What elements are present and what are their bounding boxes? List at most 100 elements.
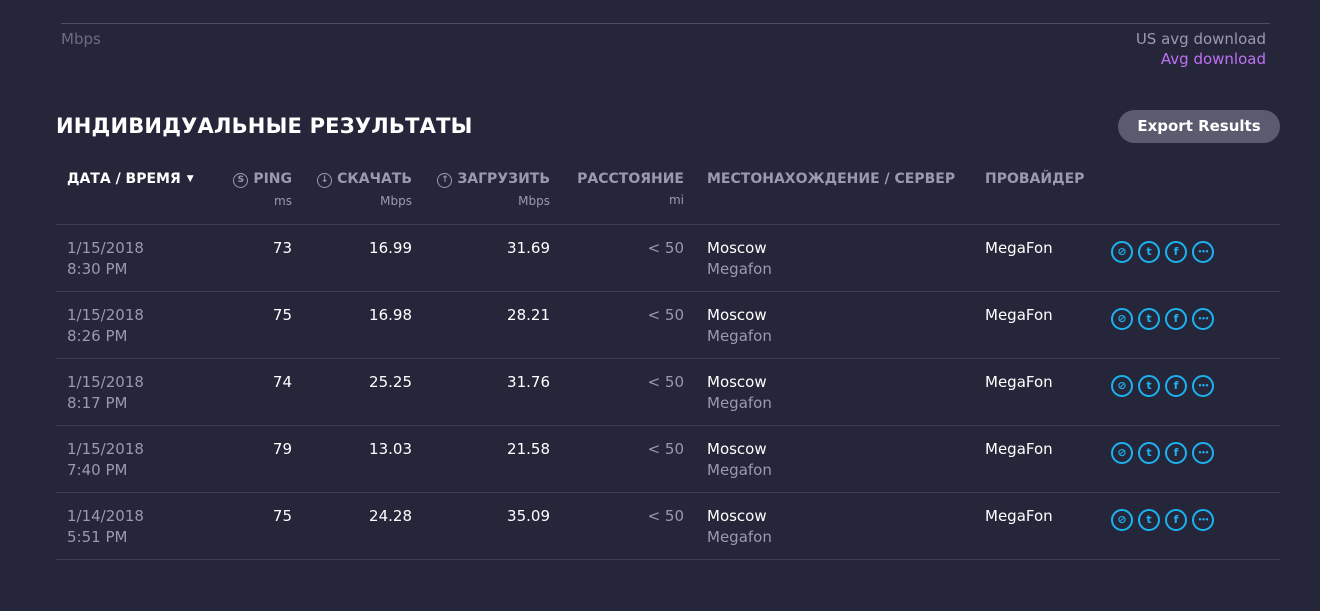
more-icon[interactable]: ••• xyxy=(1192,308,1214,330)
header-distance[interactable]: РАССТОЯНИЕ mi xyxy=(577,171,684,207)
more-icon[interactable]: ••• xyxy=(1192,442,1214,464)
result-server: Megafon xyxy=(707,260,772,278)
facebook-icon[interactable]: f xyxy=(1165,375,1187,397)
result-download: 13.03 xyxy=(369,440,412,458)
header-provider[interactable]: ПРОВАЙДЕР xyxy=(985,171,1084,187)
result-datetime: 1/15/2018 7:40 PM xyxy=(67,439,144,481)
more-icon[interactable]: ••• xyxy=(1192,509,1214,531)
header-upload-unit: Mbps xyxy=(518,194,550,208)
result-distance: < 50 xyxy=(647,239,684,257)
result-datetime: 1/15/2018 8:26 PM xyxy=(67,305,144,347)
twitter-icon[interactable]: t xyxy=(1138,442,1160,464)
result-date: 1/15/2018 xyxy=(67,306,144,324)
result-upload: 31.76 xyxy=(507,373,550,391)
share-icons: ⊘ t f ••• xyxy=(1111,375,1219,397)
result-upload: 35.09 xyxy=(507,507,550,525)
table-row[interactable]: 1/14/2018 5:51 PM 75 24.28 35.09 < 50 Moscow Me… xyxy=(56,493,1280,560)
result-provider: MegaFon xyxy=(985,239,1053,257)
result-server: Megafon xyxy=(707,528,772,546)
header-date-label: ДАТА / ВРЕМЯ xyxy=(67,171,181,187)
facebook-icon[interactable]: f xyxy=(1165,442,1187,464)
table-row[interactable]: 1/15/2018 8:30 PM 73 16.99 31.69 < 50 Moscow Me… xyxy=(56,225,1280,292)
result-location: Moscow xyxy=(707,239,767,257)
header-ping-unit: ms xyxy=(274,194,292,208)
link-icon[interactable]: ⊘ xyxy=(1111,375,1133,397)
twitter-icon[interactable]: t xyxy=(1138,241,1160,263)
link-icon[interactable]: ⊘ xyxy=(1111,442,1133,464)
result-provider: MegaFon xyxy=(985,373,1053,391)
table-row[interactable]: 1/15/2018 7:40 PM 79 13.03 21.58 < 50 Moscow Me… xyxy=(56,426,1280,493)
result-ping: 75 xyxy=(272,507,292,525)
result-location-server: Moscow Megafon xyxy=(707,238,772,280)
legend-avg-download: Avg download xyxy=(1160,50,1266,68)
result-time: 8:17 PM xyxy=(67,394,128,412)
share-icons: ⊘ t f ••• xyxy=(1111,308,1219,330)
result-datetime: 1/15/2018 8:17 PM xyxy=(67,372,144,414)
result-location: Moscow xyxy=(707,507,767,525)
share-icons: ⊘ t f ••• xyxy=(1111,509,1219,531)
link-icon[interactable]: ⊘ xyxy=(1111,241,1133,263)
header-ping[interactable]: S PING ms xyxy=(233,171,292,208)
sort-down-icon: ▼ xyxy=(186,174,194,184)
facebook-icon[interactable]: f xyxy=(1165,241,1187,263)
header-date-time[interactable]: ДАТА / ВРЕМЯ ▼ xyxy=(67,171,194,187)
header-distance-unit: mi xyxy=(668,193,684,207)
result-location-server: Moscow Megafon xyxy=(707,506,772,548)
result-download: 25.25 xyxy=(369,373,412,391)
ping-icon: S xyxy=(233,173,249,188)
chart-legend: US avg download Avg download xyxy=(1136,29,1266,69)
result-location-server: Moscow Megafon xyxy=(707,439,772,481)
result-date: 1/15/2018 xyxy=(67,239,144,257)
more-icon[interactable]: ••• xyxy=(1192,375,1214,397)
result-distance: < 50 xyxy=(647,306,684,324)
share-icons: ⊘ t f ••• xyxy=(1111,241,1219,263)
result-time: 8:26 PM xyxy=(67,327,128,345)
result-download: 16.99 xyxy=(369,239,412,257)
result-time: 8:30 PM xyxy=(67,260,128,278)
result-distance: < 50 xyxy=(647,440,684,458)
twitter-icon[interactable]: t xyxy=(1138,509,1160,531)
result-provider: MegaFon xyxy=(985,440,1053,458)
header-distance-label: РАССТОЯНИЕ xyxy=(577,171,684,187)
section-title: ИНДИВИДУАЛЬНЫЕ РЕЗУЛЬТАТЫ xyxy=(56,114,473,138)
result-distance: < 50 xyxy=(647,373,684,391)
header-download-unit: Mbps xyxy=(380,194,412,208)
result-date: 1/14/2018 xyxy=(67,507,144,525)
twitter-icon[interactable]: t xyxy=(1138,308,1160,330)
result-date: 1/15/2018 xyxy=(67,373,144,391)
export-results-button[interactable]: Export Results xyxy=(1118,110,1280,143)
result-server: Megafon xyxy=(707,461,772,479)
download-icon: ↓ xyxy=(317,173,333,188)
result-download: 24.28 xyxy=(369,507,412,525)
result-time: 7:40 PM xyxy=(67,461,128,479)
chart-y-unit-label: Mbps xyxy=(61,30,101,48)
results-table: ДАТА / ВРЕМЯ ▼ S PING ms ↓ СКАЧАТЬ Mbps ↑ ЗА… xyxy=(56,158,1280,560)
result-provider: MegaFon xyxy=(985,507,1053,525)
legend-us-avg-download: US avg download xyxy=(1135,30,1266,48)
header-ping-label: PING xyxy=(253,171,292,187)
more-icon[interactable]: ••• xyxy=(1192,241,1214,263)
link-icon[interactable]: ⊘ xyxy=(1111,308,1133,330)
share-icons: ⊘ t f ••• xyxy=(1111,442,1219,464)
result-location: Moscow xyxy=(707,306,767,324)
result-distance: < 50 xyxy=(647,507,684,525)
result-datetime: 1/14/2018 5:51 PM xyxy=(67,506,144,548)
result-download: 16.98 xyxy=(369,306,412,324)
link-icon[interactable]: ⊘ xyxy=(1111,509,1133,531)
header-location-server[interactable]: МЕСТОНАХОЖДЕНИЕ / СЕРВЕР xyxy=(707,171,955,187)
facebook-icon[interactable]: f xyxy=(1165,308,1187,330)
twitter-icon[interactable]: t xyxy=(1138,375,1160,397)
upload-icon: ↑ xyxy=(437,173,453,188)
result-location-server: Moscow Megafon xyxy=(707,305,772,347)
table-row[interactable]: 1/15/2018 8:17 PM 74 25.25 31.76 < 50 Moscow Me… xyxy=(56,359,1280,426)
result-upload: 28.21 xyxy=(507,306,550,324)
header-upload[interactable]: ↑ ЗАГРУЗИТЬ Mbps xyxy=(437,171,550,208)
header-download[interactable]: ↓ СКАЧАТЬ Mbps xyxy=(317,171,412,208)
result-ping: 73 xyxy=(272,239,292,257)
result-location-server: Moscow Megafon xyxy=(707,372,772,414)
facebook-icon[interactable]: f xyxy=(1165,509,1187,531)
result-ping: 74 xyxy=(272,373,292,391)
table-header: ДАТА / ВРЕМЯ ▼ S PING ms ↓ СКАЧАТЬ Mbps ↑ ЗА… xyxy=(56,158,1280,225)
result-server: Megafon xyxy=(707,394,772,412)
table-row[interactable]: 1/15/2018 8:26 PM 75 16.98 28.21 < 50 Moscow Me… xyxy=(56,292,1280,359)
